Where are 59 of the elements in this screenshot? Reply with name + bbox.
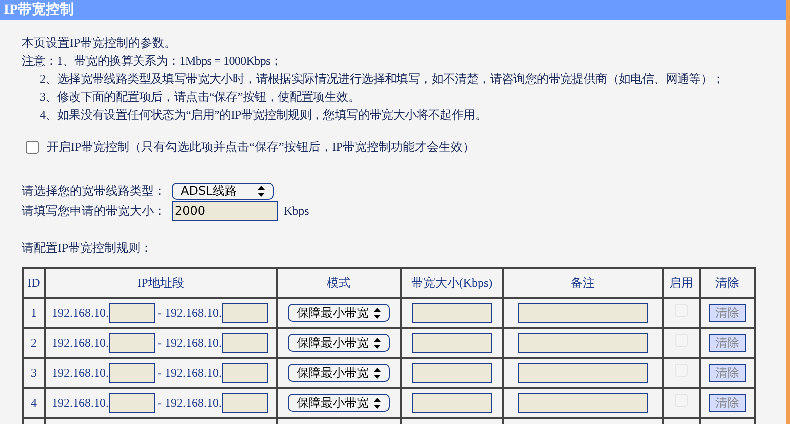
note-label: 注意： (22, 53, 58, 70)
ip-prefix: 192.168.10. (165, 305, 222, 322)
ip-start-input[interactable] (109, 393, 155, 413)
select-arrows-icon (374, 368, 381, 378)
column-header: 带宽大小(Kbps) (401, 268, 503, 298)
column-header: 启用 (663, 268, 700, 298)
column-header: 模式 (277, 268, 401, 298)
line-type-label: 请选择您的宽带线路类型： (22, 183, 167, 200)
ip-start-input[interactable] (109, 363, 155, 383)
ip-end-input[interactable] (222, 363, 268, 383)
bandwidth-size-input[interactable] (412, 393, 492, 413)
select-arrows-icon (258, 186, 265, 196)
id-cell: 2 (23, 328, 45, 358)
ip-prefix: 192.168.10. (165, 365, 222, 382)
column-header: IP地址段 (45, 268, 277, 298)
header-title: IP带宽控制 (4, 0, 74, 20)
intro-text: 本页设置IP带宽控制的参数。 (22, 35, 178, 52)
note-text: 1、带宽的换算关系为：1Mbps = 1000Kbps； (57, 53, 282, 70)
ip-prefix: 192.168.10. (52, 305, 109, 322)
note-text: 4、如果没有设置任何状态为“启用”的IP带宽控制规则，您填写的带宽大小将不起作用。 (40, 107, 488, 124)
enable-label: 开启IP带宽控制（只有勾选此项并点击“保存”按钮后，IP带宽控制功能才会生效） (47, 139, 475, 156)
ip-separator: - (158, 365, 162, 382)
ip-end-input[interactable] (222, 393, 268, 413)
bandwidth-size-input[interactable] (412, 303, 492, 323)
column-header: 清除 (700, 268, 755, 298)
id-cell: 3 (23, 358, 45, 388)
ip-end-input[interactable] (222, 333, 268, 353)
line-type-select[interactable]: ADSL线路 (172, 182, 274, 200)
id-cell: 1 (23, 298, 45, 328)
column-header: ID (23, 268, 45, 298)
select-arrows-icon (374, 308, 381, 318)
bandwidth-label: 请填写您申请的带宽大小： (22, 203, 167, 220)
ip-separator: - (158, 305, 162, 322)
remark-input[interactable] (518, 363, 648, 383)
ip-separator: - (158, 335, 162, 352)
note-text: 2、选择宽带线路类型及填写带宽大小时，请根据实际情况进行选择和填写，如不清楚，请咨询您的带宽提供商（如电信、网通等）； (40, 71, 724, 88)
ip-separator: - (158, 395, 162, 412)
ip-prefix: 192.168.10. (52, 395, 109, 412)
note-text: 3、修改下面的配置项后，请点击“保存”按钮，使配置项生效。 (40, 89, 360, 106)
rules-title: 请配置IP带宽控制规则： (22, 240, 154, 257)
ip-start-input[interactable] (109, 333, 155, 353)
ip-prefix: 192.168.10. (165, 335, 222, 352)
ip-prefix: 192.168.10. (52, 335, 109, 352)
select-arrows-icon (374, 338, 381, 348)
ip-prefix: 192.168.10. (52, 365, 109, 382)
enable-checkbox[interactable] (26, 140, 39, 154)
remark-input[interactable] (518, 393, 648, 413)
remark-input[interactable] (518, 333, 648, 353)
remark-input[interactable] (518, 303, 648, 323)
id-cell: 4 (23, 388, 45, 418)
bandwidth-size-input[interactable] (412, 363, 492, 383)
bandwidth-unit: Kbps (284, 203, 310, 220)
column-header: 备注 (503, 268, 663, 298)
select-arrows-icon (374, 398, 381, 408)
bandwidth-input[interactable]: 2000 (172, 201, 278, 221)
ip-prefix: 192.168.10. (165, 395, 222, 412)
ip-end-input[interactable] (222, 303, 268, 323)
ip-start-input[interactable] (109, 303, 155, 323)
bandwidth-size-input[interactable] (412, 333, 492, 353)
